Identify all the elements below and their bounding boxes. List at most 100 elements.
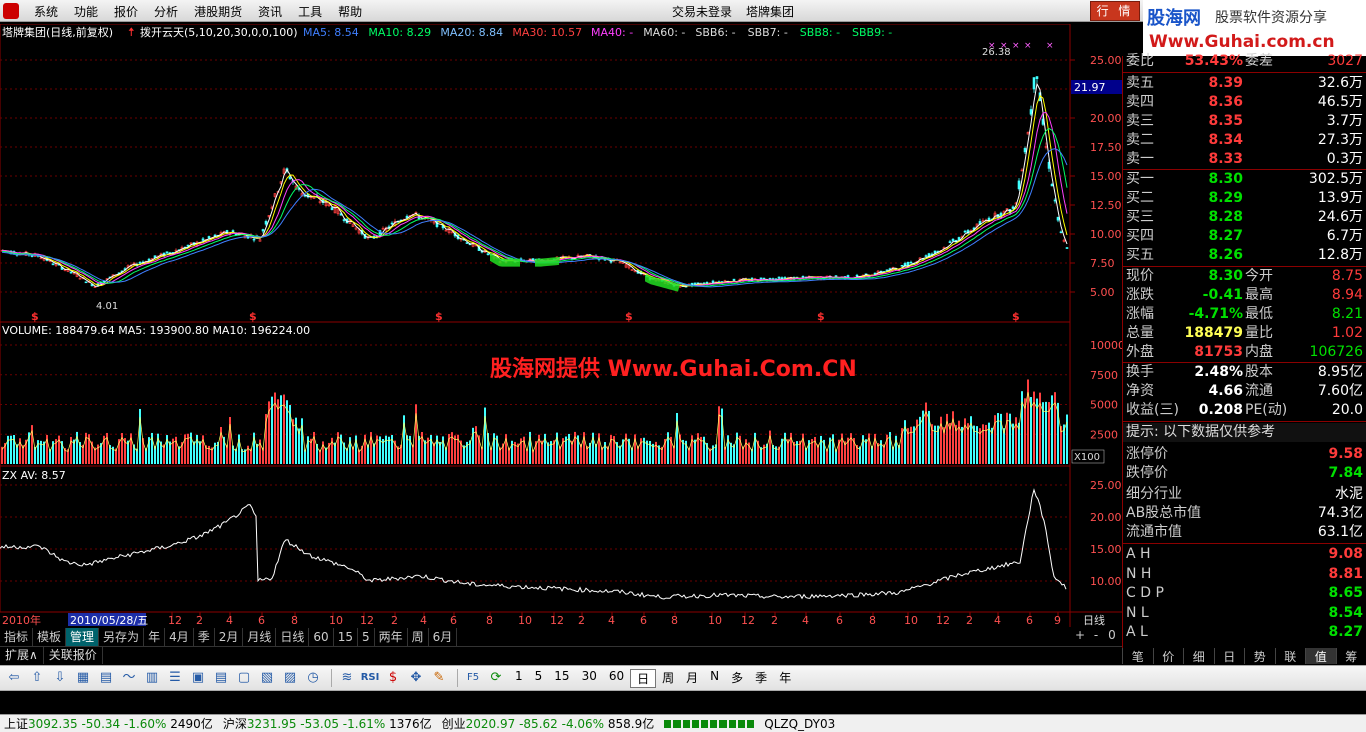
menu-help[interactable]: 帮助 xyxy=(330,3,370,20)
menu-hk-futures[interactable]: 港股期货 xyxy=(186,3,250,20)
list-icon[interactable]: ☰ xyxy=(165,669,185,687)
clock-icon[interactable]: ◷ xyxy=(303,669,323,687)
period-tab[interactable]: 月线 xyxy=(243,628,277,646)
price-tick-label: 12.50 xyxy=(1090,199,1122,212)
price-tick-label: 17.50 xyxy=(1090,141,1122,154)
menu-quote[interactable]: 报价 xyxy=(106,3,146,20)
dollar-icon[interactable]: $ xyxy=(383,669,403,687)
trade-login-status[interactable]: 交易未登录 xyxy=(672,3,732,20)
sell-row[interactable]: 卖一 8.33 0.3万 xyxy=(1123,150,1366,169)
toolbar-period-button[interactable]: 5 xyxy=(529,669,549,688)
sell-row[interactable]: 卖五 8.39 32.6万 xyxy=(1123,74,1366,93)
period-control[interactable]: - xyxy=(1088,628,1104,642)
period-tab[interactable]: 管理 xyxy=(66,628,100,646)
sh-index[interactable]: 上证3092.35 -50.34 -1.60% 2490亿 xyxy=(4,715,213,732)
notes-icon[interactable]: ▢ xyxy=(234,669,254,687)
period-tab[interactable]: 6月 xyxy=(429,628,458,646)
line-chart-icon[interactable]: 〜 xyxy=(119,669,139,687)
candle-body xyxy=(924,255,928,257)
panel-tab[interactable]: 筹 xyxy=(1335,648,1366,664)
toolbar-period-button[interactable]: 多 xyxy=(725,669,749,688)
buy-row[interactable]: 买二 8.29 13.9万 xyxy=(1123,189,1366,208)
period-tab[interactable]: 年 xyxy=(144,628,166,646)
menu-tools[interactable]: 工具 xyxy=(290,3,330,20)
chart-area[interactable]: 塔牌集团(日线,前复权) 🠅 拨开云天(5,10,20,30,0,0,100) … xyxy=(0,23,1125,627)
menu-function[interactable]: 功能 xyxy=(66,3,106,20)
indicator-name[interactable]: 拨开云天(5,10,20,30,0,0,100) xyxy=(140,25,298,39)
period-tab[interactable]: 模板 xyxy=(33,628,67,646)
candle-icon[interactable]: ▥ xyxy=(142,669,162,687)
panel-tab[interactable]: 势 xyxy=(1244,648,1275,664)
menu-analysis[interactable]: 分析 xyxy=(146,3,186,20)
period-tab[interactable]: 指标 xyxy=(0,628,34,646)
candle-body xyxy=(207,236,211,239)
period-control[interactable]: + xyxy=(1072,628,1088,642)
dividend-icon[interactable]: $ xyxy=(817,310,825,323)
hs-index[interactable]: 沪深3231.95 -53.05 -1.61% 1376亿 xyxy=(223,715,432,732)
sell-row[interactable]: 卖三 8.35 3.7万 xyxy=(1123,112,1366,131)
f5-icon[interactable]: F5 xyxy=(463,669,483,687)
toolbar-period-button[interactable]: 30 xyxy=(576,669,603,688)
toolbar-period-button[interactable]: 月 xyxy=(680,669,704,688)
sell-row[interactable]: 卖二 8.34 27.3万 xyxy=(1123,131,1366,150)
panel-tab[interactable]: 联 xyxy=(1274,648,1306,664)
period-tab[interactable]: 4月 xyxy=(165,628,194,646)
period-tab[interactable]: 60 xyxy=(309,628,334,646)
panel-tab[interactable]: 细 xyxy=(1183,648,1214,664)
panel-tab[interactable]: 价 xyxy=(1152,648,1184,664)
panel-tab[interactable]: 笔 xyxy=(1122,648,1153,664)
f10-icon[interactable]: ▣ xyxy=(188,669,208,687)
period-tab[interactable]: 周 xyxy=(408,628,429,646)
quote-button[interactable]: 行 情 xyxy=(1090,1,1140,21)
toolbar-period-button[interactable]: 15 xyxy=(548,669,575,688)
dividend-icon[interactable]: $ xyxy=(1012,310,1020,323)
back-icon[interactable]: ⇦ xyxy=(4,669,24,687)
period-tab[interactable]: 日线 xyxy=(276,628,310,646)
period-tab[interactable]: 5 xyxy=(358,628,375,646)
period-control[interactable]: 0 xyxy=(1104,628,1120,642)
toolbar-period-button[interactable]: 周 xyxy=(656,669,680,688)
toolbar-period-button[interactable]: 季 xyxy=(749,669,773,688)
period-tab[interactable]: 15 xyxy=(334,628,358,646)
buy-row[interactable]: 买五 8.26 12.8万 xyxy=(1123,246,1366,265)
panel-tab[interactable]: 值 xyxy=(1305,648,1336,664)
rsi-icon[interactable]: RSI xyxy=(360,669,380,687)
info-icon[interactable]: ▤ xyxy=(211,669,231,687)
grid-icon[interactable]: ▦ xyxy=(73,669,93,687)
period-tab[interactable]: 两年 xyxy=(375,628,408,646)
period-tab[interactable]: 另存为 xyxy=(99,628,145,646)
dividend-icon[interactable]: $ xyxy=(435,310,443,323)
kline-chart[interactable]: 塔牌集团(日线,前复权) 🠅 拨开云天(5,10,20,30,0,0,100) … xyxy=(0,23,1125,627)
cy-index[interactable]: 创业2020.97 -85.62 -4.06% 858.9亿 xyxy=(442,715,655,732)
buy-row[interactable]: 买三 8.28 24.6万 xyxy=(1123,208,1366,227)
expand-button[interactable]: 扩展∧ xyxy=(0,647,44,664)
refresh-icon[interactable]: ⟳ xyxy=(486,669,506,687)
down-icon[interactable]: ⇩ xyxy=(50,669,70,687)
dividend-icon[interactable]: $ xyxy=(31,310,39,323)
table-icon[interactable]: ▤ xyxy=(96,669,116,687)
dividend-icon[interactable]: $ xyxy=(249,310,257,323)
related-quote-button[interactable]: 关联报价 xyxy=(44,647,103,664)
buy-row[interactable]: 买一 8.30 302.5万 xyxy=(1123,170,1366,189)
toolbar-period-button[interactable]: 日 xyxy=(630,668,657,688)
candle-body xyxy=(231,230,235,233)
period-tab[interactable]: 季 xyxy=(194,628,215,646)
dividend-icon[interactable]: $ xyxy=(625,310,633,323)
sell-row[interactable]: 卖四 8.36 46.5万 xyxy=(1123,93,1366,112)
price-tick-label: 7.50 xyxy=(1090,257,1115,270)
menu-system[interactable]: 系统 xyxy=(26,3,66,20)
panel-tab[interactable]: 日 xyxy=(1213,648,1245,664)
toolbar-period-button[interactable]: 年 xyxy=(773,669,797,688)
toolbar-period-button[interactable]: 1 xyxy=(509,669,529,688)
fin-icon[interactable]: ▧ xyxy=(257,669,277,687)
wave-icon[interactable]: ≋ xyxy=(337,669,357,687)
move-icon[interactable]: ✥ xyxy=(406,669,426,687)
calc-icon[interactable]: ▨ xyxy=(280,669,300,687)
toolbar-period-button[interactable]: N xyxy=(704,669,725,688)
period-tab[interactable]: 2月 xyxy=(215,628,244,646)
toolbar-period-button[interactable]: 60 xyxy=(603,669,630,688)
menu-news[interactable]: 资讯 xyxy=(250,3,290,20)
buy-row[interactable]: 买四 8.27 6.7万 xyxy=(1123,227,1366,246)
up-icon[interactable]: ⇧ xyxy=(27,669,47,687)
pen-icon[interactable]: ✎ xyxy=(429,669,449,687)
